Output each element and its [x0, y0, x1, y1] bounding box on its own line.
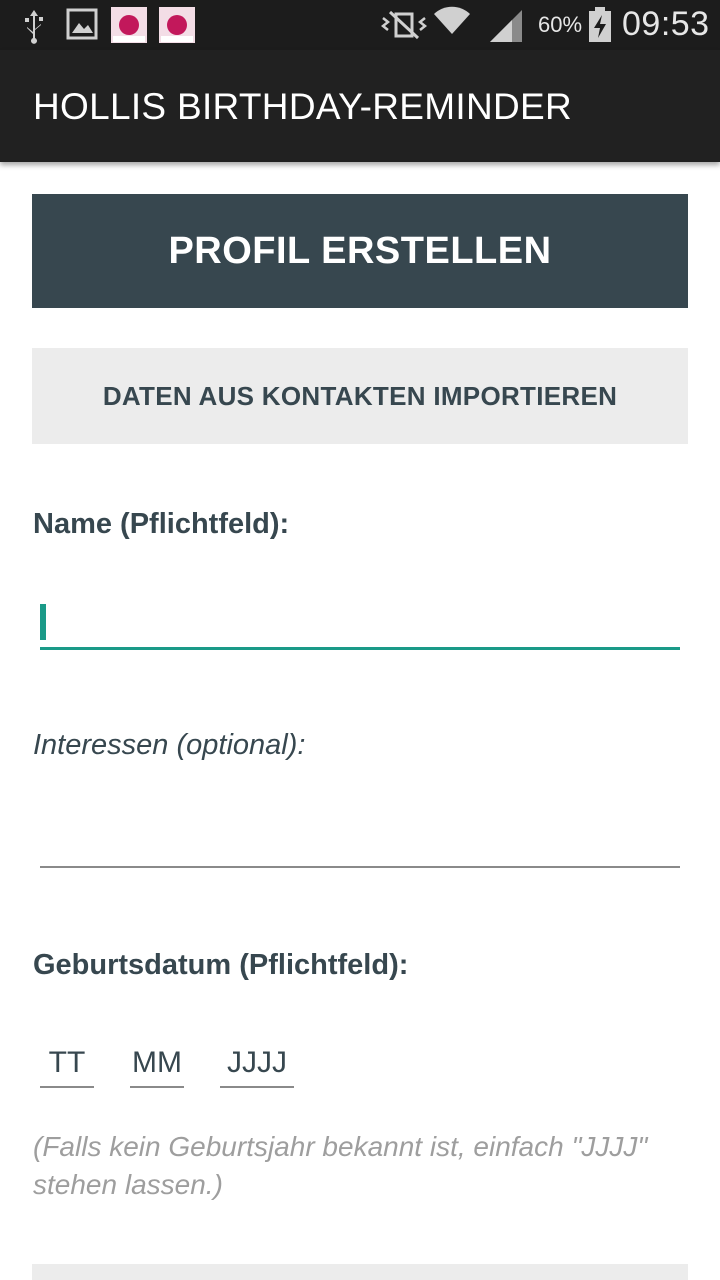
name-label: Name (Pflichtfeld): [33, 508, 290, 540]
month-placeholder: MM [132, 1046, 182, 1079]
day-placeholder: TT [48, 1046, 86, 1079]
page-header: PROFIL ERSTELLEN [32, 194, 688, 308]
birthdate-label: Geburtsdatum (Pflichtfeld): [33, 949, 409, 981]
import-contacts-label: DATEN AUS KONTAKTEN IMPORTIEREN [102, 380, 618, 411]
birth-year-hint: (Falls kein Geburtsjahr bekannt ist, ein… [33, 1131, 648, 1200]
page-title: PROFIL ERSTELLEN [168, 229, 552, 272]
day-input[interactable]: TT [40, 1040, 94, 1088]
app-bar: HOLLIS BIRTHDAY-REMINDER [0, 50, 720, 162]
text-cursor [40, 604, 46, 640]
clock: 09:53 [622, 5, 710, 43]
wifi-icon [434, 6, 470, 35]
interests-label: Interessen (optional): [33, 729, 306, 761]
battery-charging-icon [589, 7, 611, 42]
status-bar: 60% 09:53 [0, 0, 720, 50]
image-icon [66, 8, 98, 40]
interests-input[interactable] [40, 818, 680, 868]
bottom-button[interactable] [32, 1264, 688, 1280]
name-input[interactable] [40, 596, 680, 650]
year-input[interactable]: JJJJ [220, 1040, 294, 1088]
battery-percent: 60% [538, 12, 583, 37]
usb-icon [25, 10, 43, 44]
signal-icon [490, 10, 522, 42]
year-placeholder: JJJJ [227, 1046, 287, 1079]
vibrate-icon [380, 10, 428, 40]
hollis-reminder-app-icon [111, 7, 147, 43]
app-title: HOLLIS BIRTHDAY-REMINDER [33, 86, 573, 127]
month-input[interactable]: MM [130, 1040, 184, 1088]
hollis-reminder-app-icon [159, 7, 195, 43]
import-contacts-button[interactable]: DATEN AUS KONTAKTEN IMPORTIEREN [32, 348, 688, 444]
